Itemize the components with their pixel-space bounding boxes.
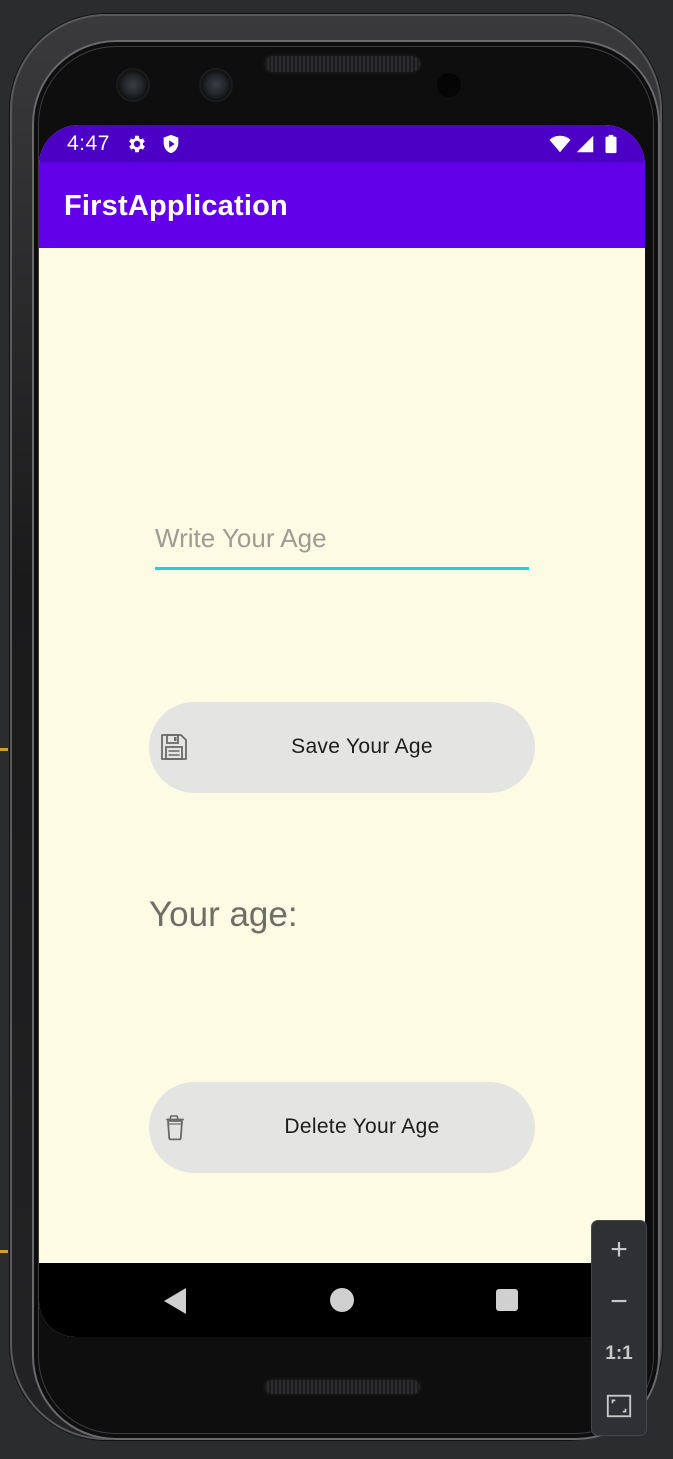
emulator-zoom-controls: + − 1:1 [592, 1221, 646, 1435]
status-bar: 4:47 [39, 125, 645, 162]
front-camera-icon [201, 70, 231, 100]
shield-play-icon [163, 134, 179, 154]
navigation-bar [39, 1263, 645, 1337]
device-screen: 4:47 FirstApplication Write Your Age Sav… [39, 125, 645, 1337]
save-age-button-label: Save Your Age [291, 735, 433, 758]
app-bar: FirstApplication [39, 162, 645, 248]
earpiece-speaker [265, 56, 420, 72]
age-display-label: Your age: [149, 895, 298, 934]
age-input[interactable] [155, 510, 529, 570]
delete-age-button[interactable]: Delete Your Age [149, 1082, 535, 1173]
wifi-icon [549, 135, 571, 153]
status-time: 4:47 [67, 132, 110, 155]
save-age-button[interactable]: Save Your Age [149, 702, 535, 793]
front-camera-icon [118, 70, 148, 100]
fit-screen-button[interactable] [592, 1380, 646, 1432]
home-circle-icon[interactable] [330, 1288, 354, 1312]
fit-screen-icon [606, 1394, 632, 1418]
battery-icon [605, 134, 617, 154]
bottom-speaker [265, 1380, 420, 1394]
edge-marker [0, 748, 8, 751]
gear-icon [129, 135, 145, 153]
zoom-out-button[interactable]: − [592, 1276, 646, 1328]
main-content: Save Your Age Your age: Delete Your Age [39, 248, 645, 1263]
app-title: FirstApplication [64, 190, 288, 222]
proximity-sensor [437, 73, 461, 97]
delete-age-button-label: Delete Your Age [284, 1115, 440, 1138]
actual-size-button[interactable]: 1:1 [592, 1328, 646, 1380]
back-triangle-icon[interactable] [164, 1288, 186, 1314]
recents-square-icon[interactable] [496, 1289, 518, 1311]
signal-icon [576, 135, 594, 153]
zoom-in-button[interactable]: + [592, 1224, 646, 1276]
edge-marker [0, 1250, 8, 1253]
